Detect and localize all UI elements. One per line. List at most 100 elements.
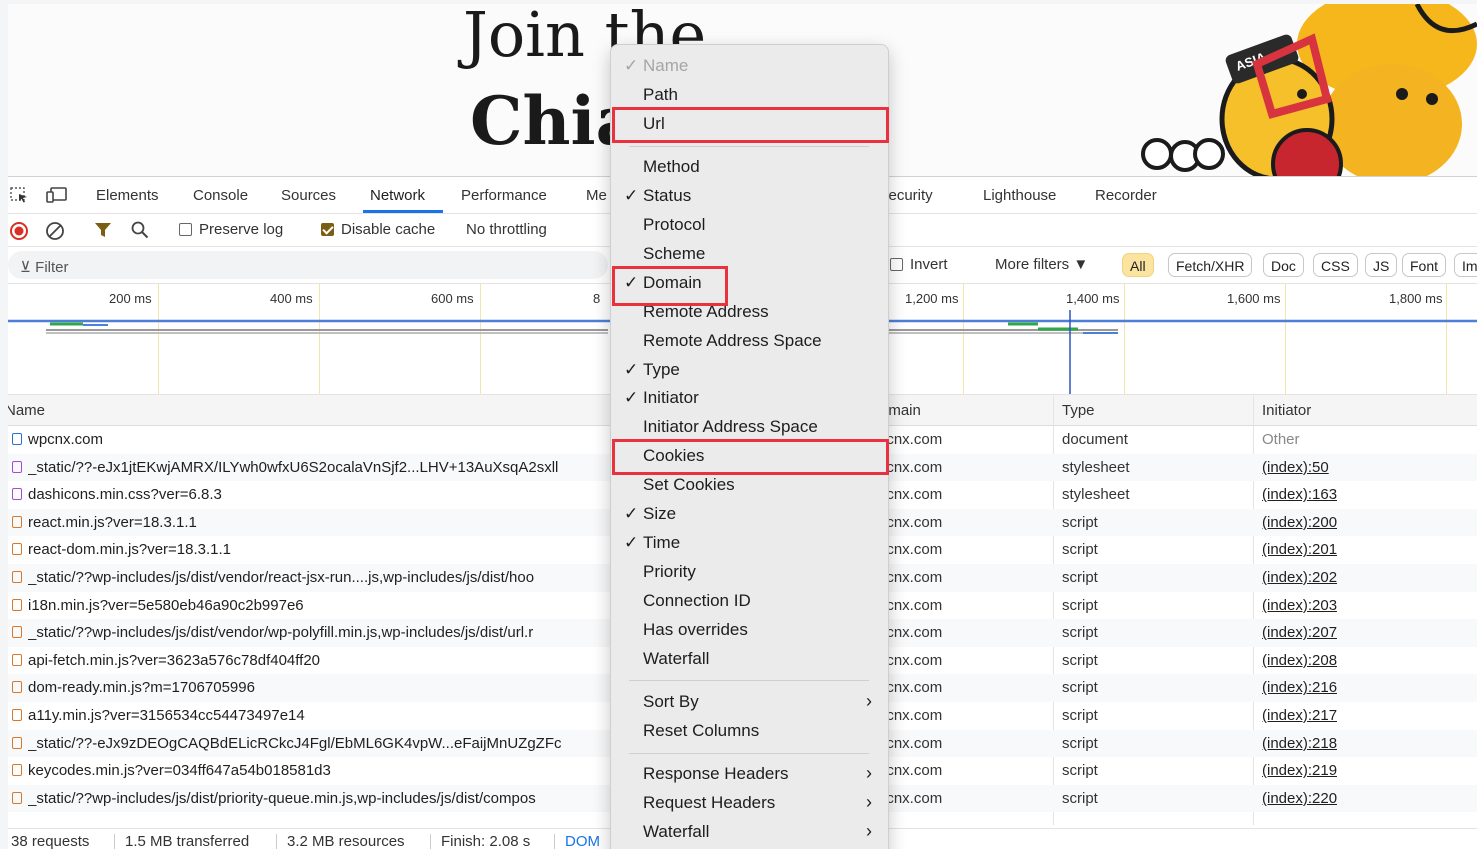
request-name[interactable]: _static/??wp-includes/js/dist/vendor/wp-… <box>28 624 603 641</box>
menu-item-waterfall[interactable]: Waterfall › <box>611 819 888 847</box>
request-name[interactable]: wpcnx.com <box>28 431 603 448</box>
request-domain: pcnx.com <box>878 541 943 559</box>
request-type: script <box>1062 734 1098 752</box>
menu-item-status[interactable]: ✓ Status <box>611 183 888 211</box>
menu-item-remote-address-space[interactable]: Remote Address Space <box>611 328 888 356</box>
request-name[interactable]: _static/??wp-includes/js/dist/vendor/rea… <box>28 569 603 586</box>
request-type: script <box>1062 762 1098 780</box>
checkmark-icon: ✓ <box>624 56 639 75</box>
chip-all[interactable]: All <box>1122 253 1154 277</box>
inspect-element-icon[interactable] <box>10 186 30 204</box>
menu-item-priority[interactable]: Priority <box>611 559 888 587</box>
tab-sources[interactable]: Sources <box>281 187 336 204</box>
request-initiator[interactable]: (index):216 <box>1262 679 1337 696</box>
request-name[interactable]: react.min.js?ver=18.3.1.1 <box>28 514 603 531</box>
request-name[interactable]: keycodes.min.js?ver=034ff647a54b018581d3 <box>28 762 603 779</box>
menu-item-has-overrides[interactable]: Has overrides <box>611 617 888 645</box>
menu-item-protocol[interactable]: Protocol <box>611 212 888 240</box>
request-initiator: Other <box>1262 431 1300 448</box>
request-initiator[interactable]: (index):50 <box>1262 459 1329 476</box>
menu-item-waterfall[interactable]: Waterfall <box>611 646 888 674</box>
menu-item-request-headers[interactable]: Request Headers › <box>611 790 888 818</box>
disable-cache-box[interactable] <box>321 223 334 236</box>
menu-item-label: Initiator Address Space <box>643 417 818 437</box>
request-initiator[interactable]: (index):219 <box>1262 762 1337 779</box>
tab-performance[interactable]: Performance <box>461 187 547 204</box>
menu-item-initiator-address-space[interactable]: Initiator Address Space <box>611 414 888 442</box>
chip-img[interactable]: Im <box>1454 253 1477 277</box>
request-domain: pcnx.com <box>878 624 943 642</box>
request-name[interactable]: i18n.min.js?ver=5e580eb46a90c2b997e6 <box>28 597 603 614</box>
tab-lighthouse[interactable]: Lighthouse <box>983 187 1056 204</box>
tab-memory[interactable]: Me <box>586 187 607 204</box>
column-header-name[interactable]: Name <box>8 402 45 419</box>
menu-item-path[interactable]: Path <box>611 82 888 110</box>
request-initiator[interactable]: (index):217 <box>1262 707 1337 724</box>
preserve-log-label: Preserve log <box>199 221 284 238</box>
menu-item-initiator[interactable]: ✓ Initiator <box>611 385 888 413</box>
script-file-icon <box>12 681 22 694</box>
chevron-right-icon: › <box>866 821 872 841</box>
menu-item-response-headers[interactable]: Response Headers › <box>611 761 888 789</box>
request-initiator[interactable]: (index):218 <box>1262 735 1337 752</box>
request-initiator[interactable]: (index):220 <box>1262 790 1337 807</box>
disable-cache-checkbox[interactable]: Disable cache <box>321 221 435 238</box>
preserve-log-checkbox[interactable]: Preserve log <box>179 221 283 238</box>
menu-item-method[interactable]: Method <box>611 154 888 182</box>
more-filters-dropdown[interactable]: More filters ▼ <box>995 256 1088 273</box>
menu-item-name: ✓ Name <box>611 53 888 81</box>
request-name[interactable]: api-fetch.min.js?ver=3623a576c78df404ff2… <box>28 652 603 669</box>
menu-item-label: Time <box>643 532 681 552</box>
request-name[interactable]: _static/??-eJx1jtEKwjAMRX/ILYwh0wfxU6S2o… <box>28 459 603 476</box>
chip-fetch-xhr[interactable]: Fetch/XHR <box>1168 253 1253 277</box>
menu-item-reset-columns[interactable]: Reset Columns <box>611 718 888 746</box>
request-type: script <box>1062 569 1098 586</box>
menu-item-label: Size <box>643 504 677 523</box>
request-name[interactable]: dom-ready.min.js?m=1706705996 <box>28 679 603 696</box>
device-toolbar-icon[interactable] <box>46 186 67 204</box>
tab-console[interactable]: Console <box>193 187 248 204</box>
request-name[interactable]: a11y.min.js?ver=3156534cc54473497e14 <box>28 707 603 724</box>
menu-item-scheme[interactable]: Scheme <box>611 241 888 269</box>
filter-placeholder-text: Filter <box>35 259 69 276</box>
menu-item-set-cookies[interactable]: Set Cookies <box>611 472 888 500</box>
menu-item-size[interactable]: ✓ Size <box>611 501 888 529</box>
request-name[interactable]: _static/??-eJx9zDEOgCAQBdELicRCkcJ4Fgl/E… <box>28 735 603 752</box>
preserve-log-box[interactable] <box>179 223 192 236</box>
filter-funnel-icon[interactable] <box>94 221 114 239</box>
column-header-type[interactable]: Type <box>1062 402 1095 419</box>
request-initiator[interactable]: (index):200 <box>1262 514 1337 531</box>
request-initiator[interactable]: (index):163 <box>1262 486 1337 503</box>
throttling-select[interactable]: No throttling <box>466 221 547 238</box>
invert-box[interactable] <box>890 258 903 271</box>
column-header-initiator[interactable]: Initiator <box>1262 402 1311 419</box>
tab-elements[interactable]: Elements <box>96 187 159 204</box>
request-initiator[interactable]: (index):202 <box>1262 569 1337 586</box>
tab-network[interactable]: Network <box>370 187 425 204</box>
menu-item-connection-id[interactable]: Connection ID <box>611 588 888 616</box>
stylesheet-file-icon <box>12 460 22 473</box>
invert-checkbox[interactable]: Invert <box>890 256 948 273</box>
search-icon[interactable] <box>131 221 151 239</box>
wapuu-mascot-illustration: ASIA <box>1141 4 1477 176</box>
chip-doc[interactable]: Doc <box>1263 253 1304 277</box>
stop-recording-icon[interactable] <box>9 221 29 240</box>
request-initiator[interactable]: (index):201 <box>1262 541 1337 558</box>
request-initiator[interactable]: (index):203 <box>1262 597 1337 614</box>
request-name[interactable]: react-dom.min.js?ver=18.3.1.1 <box>28 541 603 558</box>
menu-item-type[interactable]: ✓ Type <box>611 357 888 385</box>
menu-item-sort-by[interactable]: Sort By › <box>611 689 888 717</box>
chip-css[interactable]: CSS <box>1313 253 1358 277</box>
request-type: script <box>1062 707 1098 724</box>
request-initiator[interactable]: (index):208 <box>1262 652 1337 669</box>
chip-js[interactable]: JS <box>1365 253 1398 277</box>
tab-recorder[interactable]: Recorder <box>1095 187 1157 204</box>
menu-item-time[interactable]: ✓ Time <box>611 530 888 558</box>
request-initiator[interactable]: (index):207 <box>1262 624 1337 641</box>
request-name[interactable]: _static/??wp-includes/js/dist/priority-q… <box>28 790 603 807</box>
filter-input[interactable]: ⊻ Filter <box>8 251 608 279</box>
menu-item-label: Path <box>643 84 678 104</box>
chip-font[interactable]: Font <box>1402 253 1447 277</box>
clear-icon[interactable] <box>45 221 65 240</box>
request-name[interactable]: dashicons.min.css?ver=6.8.3 <box>28 486 603 503</box>
